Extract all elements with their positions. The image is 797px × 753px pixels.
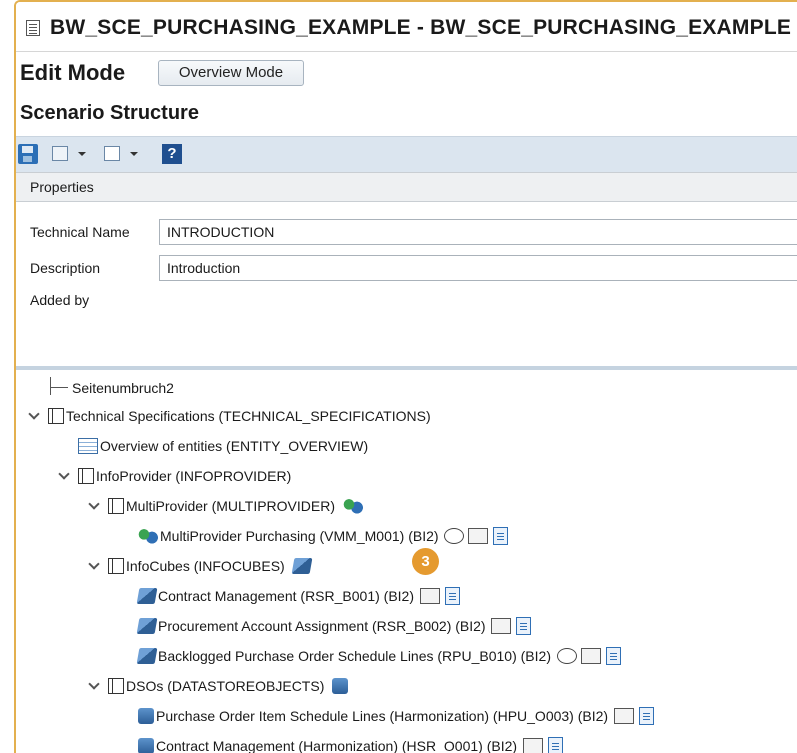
chevron-down-icon[interactable]: [78, 152, 86, 156]
chevron-down-icon[interactable]: [58, 468, 70, 480]
infocube-icon: [291, 558, 313, 575]
title-bar: BW_SCE_PURCHASING_EXAMPLE - BW_SCE_PURCH…: [16, 2, 797, 52]
folder-icon: [108, 678, 124, 695]
description-label: Description: [30, 260, 101, 276]
tree-item-infocubes[interactable]: InfoCubes (INFOCUBES): [88, 550, 313, 580]
window-title: BW_SCE_PURCHASING_EXAMPLE - BW_SCE_PURCH…: [50, 16, 792, 39]
comment-icon[interactable]: [522, 738, 543, 753]
tree-item-label: MultiProvider Purchasing (VMM_M001) (BI2…: [160, 528, 439, 545]
infocube-icon: [136, 618, 158, 635]
tree-item-infoprovider[interactable]: InfoProvider (INFOPROVIDER): [58, 460, 292, 490]
help-icon[interactable]: ?: [162, 144, 182, 164]
document-dropdown-icon[interactable]: [102, 144, 124, 166]
comment-icon[interactable]: [613, 708, 634, 725]
folder-icon: [78, 468, 94, 485]
tree-item-label: Technical Specifications (TECHNICAL_SPEC…: [66, 408, 431, 425]
document-icon[interactable]: [638, 707, 654, 726]
tree-item-label: InfoProvider (INFOPROVIDER): [96, 468, 292, 485]
technical-name-label: Technical Name: [30, 224, 130, 240]
description-field[interactable]: Introduction: [159, 255, 797, 281]
tree-item-label: DSOs (DATASTOREOBJECTS): [126, 678, 325, 695]
chevron-down-icon[interactable]: [88, 678, 100, 690]
section-title: Scenario Structure: [20, 102, 199, 124]
chevron-down-icon[interactable]: [88, 558, 100, 570]
tree-item-label: Purchase Order Item Schedule Lines (Harm…: [156, 708, 609, 725]
properties-header-label: Properties: [30, 179, 94, 195]
tree-item-label: Procurement Account Assignment (RSR_B002…: [158, 618, 486, 635]
tree-item-label: Overview of entities (ENTITY_OVERVIEW): [100, 438, 369, 455]
tree-item-technical-specs[interactable]: Technical Specifications (TECHNICAL_SPEC…: [28, 400, 431, 430]
tree-item-label: MultiProvider (MULTIPROVIDER): [126, 498, 335, 515]
folder-icon: [108, 498, 124, 515]
app-window: BW_SCE_PURCHASING_EXAMPLE - BW_SCE_PURCH…: [14, 0, 797, 753]
document-icon[interactable]: [444, 587, 460, 606]
properties-header: Properties: [16, 172, 797, 202]
document-icon[interactable]: [547, 737, 563, 753]
page-break-icon: [48, 377, 70, 399]
toolbar: ?: [16, 136, 797, 172]
comment-icon[interactable]: [580, 648, 601, 665]
tree-item-procurement-account[interactable]: Procurement Account Assignment (RSR_B002…: [136, 610, 533, 640]
tree-item-label: Seitenumbruch2: [72, 380, 174, 397]
folder-icon: [48, 408, 64, 425]
tree-item-contract-management[interactable]: Contract Management (RSR_B001) (BI2): [136, 580, 462, 610]
folder-icon: [108, 558, 124, 575]
tree-item-page-break[interactable]: Seitenumbruch2: [48, 372, 174, 402]
mode-label: Edit Mode: [20, 60, 126, 85]
tree-item-multiprovider-purchasing[interactable]: MultiProvider Purchasing (VMM_M001) (BI2…: [138, 520, 510, 550]
save-icon[interactable]: [18, 144, 38, 164]
properties-panel: Technical Name INTRODUCTION Description …: [16, 202, 797, 366]
tree-item-label: Backlogged Purchase Order Schedule Lines…: [158, 648, 551, 665]
tree-item-multiprovider[interactable]: MultiProvider (MULTIPROVIDER): [88, 490, 365, 520]
tree-item-dsos[interactable]: DSOs (DATASTOREOBJECTS): [88, 670, 350, 700]
tree-item-backlogged[interactable]: Backlogged Purchase Order Schedule Lines…: [136, 640, 623, 670]
infocube-icon: [136, 588, 158, 605]
chevron-down-icon[interactable]: [28, 408, 40, 420]
tree-item-label: Contract Management (RSR_B001) (BI2): [158, 588, 414, 605]
added-by-label: Added by: [30, 292, 90, 308]
tree-item-contract-mgmt-harmonization[interactable]: Contract Management (Harmonization) (HSR…: [138, 730, 565, 753]
multiprovider-icon: [342, 498, 363, 515]
table-icon: [78, 438, 98, 455]
datastore-icon: [332, 678, 349, 695]
document-icon: [26, 20, 40, 36]
chevron-down-icon[interactable]: [88, 498, 100, 510]
datastore-icon: [138, 708, 154, 725]
document-icon[interactable]: [493, 527, 509, 546]
document-icon[interactable]: [605, 647, 621, 666]
technical-name-field[interactable]: INTRODUCTION: [159, 219, 797, 245]
mode-row: Edit Mode Overview Mode: [16, 56, 797, 92]
tree-item-overview-entities[interactable]: Overview of entities (ENTITY_OVERVIEW): [78, 430, 368, 460]
speech-bubble-icon[interactable]: [556, 648, 577, 665]
infocube-icon: [136, 648, 158, 665]
comment-icon[interactable]: [491, 618, 512, 635]
callout-badge: 3: [412, 548, 439, 575]
comment-dropdown-icon[interactable]: [50, 144, 72, 166]
overview-mode-button[interactable]: Overview Mode: [158, 60, 304, 86]
multiprovider-icon: [138, 528, 158, 545]
document-icon[interactable]: [516, 617, 532, 636]
scenario-tree: Seitenumbruch2 Technical Specifications …: [16, 370, 797, 753]
chevron-down-icon[interactable]: [130, 152, 138, 156]
tree-item-label: Contract Management (Harmonization) (HSR…: [156, 738, 518, 753]
tree-item-label: InfoCubes (INFOCUBES): [126, 558, 285, 575]
comment-icon[interactable]: [468, 528, 489, 545]
datastore-icon: [138, 738, 154, 753]
tree-item-po-item-schedule[interactable]: Purchase Order Item Schedule Lines (Harm…: [138, 700, 656, 730]
speech-bubble-icon[interactable]: [444, 528, 465, 545]
comment-icon[interactable]: [419, 588, 440, 605]
